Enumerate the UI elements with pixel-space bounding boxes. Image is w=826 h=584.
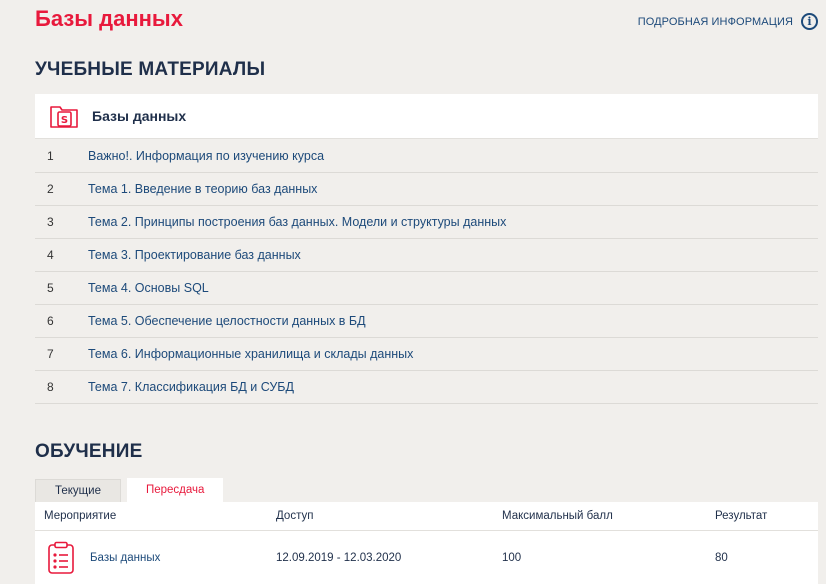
- column-header-event: Мероприятие: [44, 510, 117, 522]
- materials-item-link[interactable]: Тема 5. Обеспечение целостности данных в…: [88, 314, 366, 328]
- materials-item[interactable]: 3 Тема 2. Принципы построения баз данных…: [35, 206, 818, 239]
- materials-item-number: 2: [47, 182, 54, 196]
- materials-item[interactable]: 4 Тема 3. Проектирование баз данных: [35, 239, 818, 272]
- clipboard-icon: [48, 541, 74, 574]
- materials-item-number: 7: [47, 347, 54, 361]
- column-header-access: Доступ: [276, 510, 314, 522]
- learning-tabs: Текущие Пересдача: [35, 478, 224, 502]
- course-folder-icon: S: [49, 103, 79, 129]
- materials-item-link[interactable]: Тема 3. Проектирование баз данных: [88, 248, 301, 262]
- tab-retake[interactable]: Пересдача: [126, 478, 224, 502]
- learning-table: Мероприятие Доступ Максимальный балл Рез…: [35, 502, 818, 584]
- page-title: Базы данных: [35, 6, 183, 31]
- materials-item[interactable]: 8 Тема 7. Классификация БД и СУБД: [35, 371, 818, 404]
- table-row: Базы данных 12.09.2019 - 12.03.2020 100 …: [35, 531, 818, 584]
- table-header: Мероприятие Доступ Максимальный балл Рез…: [35, 502, 818, 531]
- materials-item-number: 6: [47, 314, 54, 328]
- event-cell: Базы данных: [35, 541, 276, 575]
- course-name: Базы данных: [92, 108, 187, 124]
- materials-item-link[interactable]: Тема 7. Классификация БД и СУБД: [88, 380, 294, 394]
- access-cell: 12.09.2019 - 12.03.2020: [276, 551, 402, 564]
- column-header-result: Результат: [715, 510, 768, 522]
- more-info-label: ПОДРОБНАЯ ИНФОРМАЦИЯ: [637, 15, 793, 28]
- column-header-max-score: Максимальный балл: [502, 510, 613, 522]
- materials-item-link[interactable]: Тема 6. Информационные хранилища и склад…: [88, 347, 413, 361]
- materials-item[interactable]: 6 Тема 5. Обеспечение целостности данных…: [35, 305, 818, 338]
- more-info-link[interactable]: ПОДРОБНАЯ ИНФОРМАЦИЯ i: [638, 13, 818, 30]
- tab-current[interactable]: Текущие: [35, 479, 121, 502]
- materials-item-number: 5: [47, 281, 54, 295]
- materials-item[interactable]: 2 Тема 1. Введение в теорию баз данных: [35, 173, 818, 206]
- materials-item-number: 4: [47, 248, 54, 262]
- materials-list: 1 Важно!. Информация по изучению курса 2…: [35, 140, 818, 404]
- materials-item-number: 8: [47, 380, 54, 394]
- materials-item-number: 3: [47, 215, 54, 229]
- materials-item[interactable]: 1 Важно!. Информация по изучению курса: [35, 140, 818, 173]
- course-header: S Базы данных: [35, 94, 818, 139]
- learning-heading: ОБУЧЕНИЕ: [35, 441, 143, 462]
- materials-item[interactable]: 7 Тема 6. Информационные хранилища и скл…: [35, 338, 818, 371]
- event-link[interactable]: Базы данных: [90, 552, 160, 564]
- result-cell: 80: [715, 551, 728, 564]
- materials-heading: УЧЕБНЫЕ МАТЕРИАЛЫ: [35, 59, 266, 80]
- materials-item[interactable]: 5 Тема 4. Основы SQL: [35, 272, 818, 305]
- info-circle-icon[interactable]: i: [801, 13, 818, 30]
- materials-item-link[interactable]: Тема 2. Принципы построения баз данных. …: [88, 215, 506, 229]
- materials-item-link[interactable]: Важно!. Информация по изучению курса: [88, 149, 324, 163]
- svg-text:S: S: [61, 115, 68, 126]
- materials-item-link[interactable]: Тема 1. Введение в теорию баз данных: [88, 182, 317, 196]
- materials-item-number: 1: [47, 149, 54, 163]
- max-score-cell: 100: [502, 551, 522, 564]
- materials-item-link[interactable]: Тема 4. Основы SQL: [88, 281, 209, 295]
